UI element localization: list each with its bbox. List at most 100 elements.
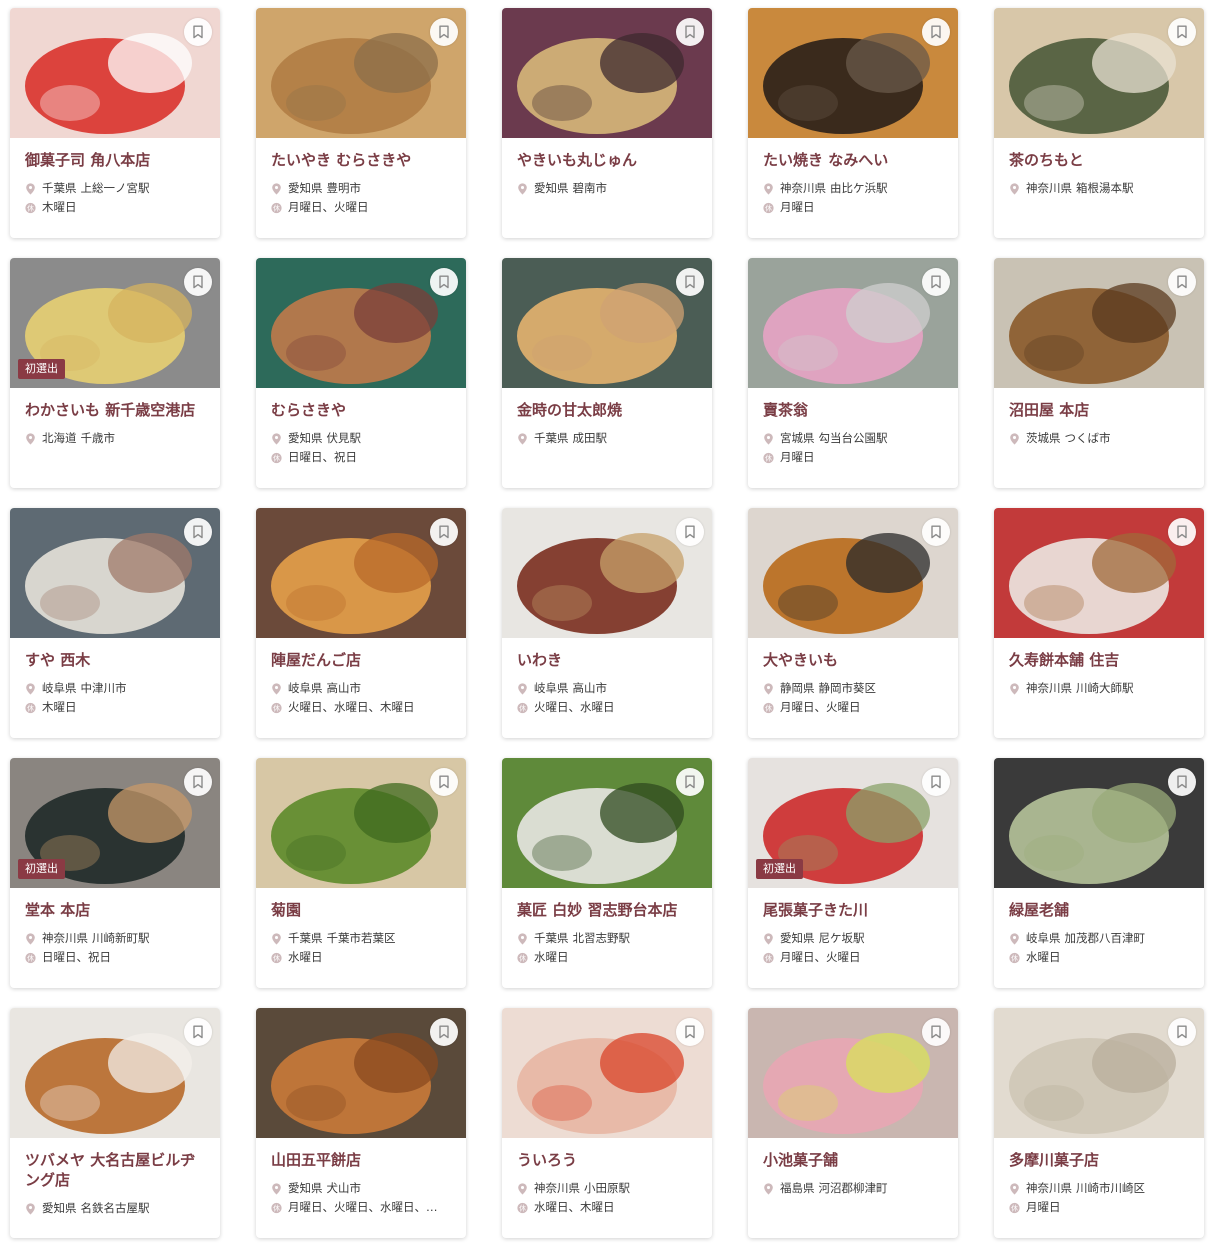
shop-thumbnail[interactable] [994, 258, 1204, 388]
shop-card[interactable]: 初選出 堂本 本店 神奈川県 川崎新町駅 休日曜日、祝日 [10, 758, 220, 988]
shop-card[interactable]: 御菓子司 角八本店 千葉県 上総一ノ宮駅 休木曜日 [10, 8, 220, 238]
shop-card[interactable]: 菓匠 白妙 習志野台本店 千葉県 北習志野駅 休水曜日 [502, 758, 712, 988]
bookmark-button[interactable] [922, 268, 950, 296]
bookmark-button[interactable] [676, 268, 704, 296]
shop-card[interactable]: 小池菓子舗 福島県 河沼郡柳津町 [748, 1008, 958, 1238]
shop-name[interactable]: 御菓子司 角八本店 [25, 150, 206, 170]
bookmark-button[interactable] [922, 518, 950, 546]
shop-name[interactable]: 久寿餅本舗 住吉 [1009, 650, 1190, 670]
shop-thumbnail[interactable] [502, 258, 712, 388]
shop-thumbnail[interactable] [748, 258, 958, 388]
bookmark-button[interactable] [1168, 18, 1196, 46]
bookmark-button[interactable] [922, 18, 950, 46]
shop-thumbnail[interactable] [502, 1008, 712, 1138]
shop-card[interactable]: むらさきや 愛知県 伏見駅 休日曜日、祝日 [256, 258, 466, 488]
shop-name[interactable]: 堂本 本店 [25, 900, 206, 920]
bookmark-button[interactable] [430, 268, 458, 296]
shop-thumbnail[interactable] [10, 508, 220, 638]
shop-card[interactable]: ツバメヤ 大名古屋ビルヂング店 愛知県 名鉄名古屋駅 [10, 1008, 220, 1238]
shop-thumbnail[interactable] [748, 1008, 958, 1138]
bookmark-button[interactable] [1168, 768, 1196, 796]
shop-name[interactable]: 尾張菓子きた川 [763, 900, 944, 920]
shop-name[interactable]: 緑屋老舗 [1009, 900, 1190, 920]
shop-card[interactable]: 茶のちもと 神奈川県 箱根湯本駅 [994, 8, 1204, 238]
shop-card[interactable]: たい焼き なみへい 神奈川県 由比ケ浜駅 休月曜日 [748, 8, 958, 238]
shop-card[interactable]: 菊園 千葉県 千葉市若葉区 休水曜日 [256, 758, 466, 988]
shop-thumbnail[interactable] [10, 1008, 220, 1138]
shop-name[interactable]: たい焼き なみへい [763, 150, 944, 170]
shop-card[interactable]: 沼田屋 本店 茨城県 つくば市 [994, 258, 1204, 488]
shop-card[interactable]: すや 西木 岐阜県 中津川市 休木曜日 [10, 508, 220, 738]
shop-name[interactable]: わかさいも 新千歳空港店 [25, 400, 206, 420]
shop-card[interactable]: やきいも丸じゅん 愛知県 碧南市 [502, 8, 712, 238]
shop-card[interactable]: 初選出 わかさいも 新千歳空港店 北海道 千歳市 [10, 258, 220, 488]
shop-name[interactable]: 賣茶翁 [763, 400, 944, 420]
bookmark-button[interactable] [184, 1018, 212, 1046]
shop-name[interactable]: 小池菓子舗 [763, 1150, 944, 1170]
bookmark-button[interactable] [430, 768, 458, 796]
bookmark-button[interactable] [676, 518, 704, 546]
shop-card[interactable]: たいやき むらさきや 愛知県 豊明市 休月曜日、火曜日 [256, 8, 466, 238]
shop-thumbnail[interactable] [994, 1008, 1204, 1138]
shop-name[interactable]: 多摩川菓子店 [1009, 1150, 1190, 1170]
shop-thumbnail[interactable] [10, 8, 220, 138]
bookmark-button[interactable] [922, 768, 950, 796]
shop-name[interactable]: 茶のちもと [1009, 150, 1190, 170]
bookmark-button[interactable] [430, 1018, 458, 1046]
shop-card[interactable]: 初選出 尾張菓子きた川 愛知県 尼ケ坂駅 休月曜日、火曜日 [748, 758, 958, 988]
shop-name[interactable]: ツバメヤ 大名古屋ビルヂング店 [25, 1150, 206, 1190]
bookmark-button[interactable] [184, 768, 212, 796]
shop-thumbnail[interactable] [994, 508, 1204, 638]
shop-name[interactable]: 山田五平餅店 [271, 1150, 452, 1170]
shop-card[interactable]: 久寿餅本舗 住吉 神奈川県 川崎大師駅 [994, 508, 1204, 738]
shop-thumbnail[interactable] [256, 508, 466, 638]
shop-card[interactable]: 大やきいも 静岡県 静岡市葵区 休月曜日、火曜日 [748, 508, 958, 738]
shop-thumbnail[interactable] [994, 8, 1204, 138]
shop-thumbnail[interactable]: 初選出 [10, 758, 220, 888]
shop-name[interactable]: 菓匠 白妙 習志野台本店 [517, 900, 698, 920]
bookmark-button[interactable] [1168, 268, 1196, 296]
shop-name[interactable]: 菊園 [271, 900, 452, 920]
shop-thumbnail[interactable] [994, 758, 1204, 888]
shop-name[interactable]: 陣屋だんご店 [271, 650, 452, 670]
shop-thumbnail[interactable] [256, 1008, 466, 1138]
bookmark-button[interactable] [430, 518, 458, 546]
shop-name[interactable]: すや 西木 [25, 650, 206, 670]
shop-name[interactable]: やきいも丸じゅん [517, 150, 698, 170]
shop-card[interactable]: 緑屋老舗 岐阜県 加茂郡八百津町 休水曜日 [994, 758, 1204, 988]
bookmark-button[interactable] [184, 518, 212, 546]
bookmark-button[interactable] [184, 268, 212, 296]
shop-card[interactable]: 多摩川菓子店 神奈川県 川崎市川崎区 休月曜日 [994, 1008, 1204, 1238]
shop-thumbnail[interactable] [256, 8, 466, 138]
bookmark-button[interactable] [676, 1018, 704, 1046]
shop-card[interactable]: 陣屋だんご店 岐阜県 高山市 休火曜日、水曜日、木曜日 [256, 508, 466, 738]
shop-name[interactable]: いわき [517, 650, 698, 670]
shop-thumbnail[interactable] [502, 508, 712, 638]
shop-thumbnail[interactable] [502, 8, 712, 138]
shop-thumbnail[interactable] [748, 8, 958, 138]
shop-thumbnail[interactable]: 初選出 [748, 758, 958, 888]
shop-thumbnail[interactable] [256, 258, 466, 388]
bookmark-button[interactable] [430, 18, 458, 46]
shop-name[interactable]: 沼田屋 本店 [1009, 400, 1190, 420]
shop-name[interactable]: ういろう [517, 1150, 698, 1170]
shop-thumbnail[interactable] [748, 508, 958, 638]
bookmark-button[interactable] [676, 18, 704, 46]
shop-name[interactable]: 金時の甘太郎焼 [517, 400, 698, 420]
bookmark-button[interactable] [184, 18, 212, 46]
bookmark-button[interactable] [1168, 518, 1196, 546]
shop-card[interactable]: ういろう 神奈川県 小田原駅 休水曜日、木曜日 [502, 1008, 712, 1238]
shop-name[interactable]: むらさきや [271, 400, 452, 420]
shop-card[interactable]: 山田五平餅店 愛知県 犬山市 休月曜日、火曜日、水曜日、… [256, 1008, 466, 1238]
shop-card[interactable]: 賣茶翁 宮城県 勾当台公園駅 休月曜日 [748, 258, 958, 488]
shop-thumbnail[interactable] [256, 758, 466, 888]
shop-thumbnail[interactable] [502, 758, 712, 888]
shop-card[interactable]: 金時の甘太郎焼 千葉県 成田駅 [502, 258, 712, 488]
bookmark-button[interactable] [676, 768, 704, 796]
shop-thumbnail[interactable]: 初選出 [10, 258, 220, 388]
bookmark-button[interactable] [922, 1018, 950, 1046]
shop-name[interactable]: 大やきいも [763, 650, 944, 670]
bookmark-button[interactable] [1168, 1018, 1196, 1046]
shop-card[interactable]: いわき 岐阜県 高山市 休火曜日、水曜日 [502, 508, 712, 738]
shop-name[interactable]: たいやき むらさきや [271, 150, 452, 170]
